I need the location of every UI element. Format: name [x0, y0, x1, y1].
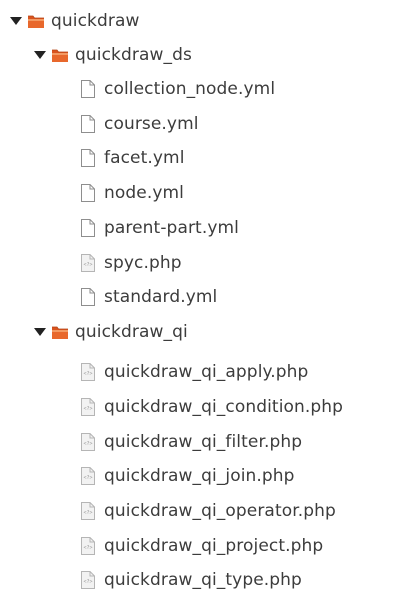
- php-file-icon: <?>: [81, 537, 95, 555]
- svg-text:<?>: <?>: [84, 475, 93, 481]
- expander-down-icon[interactable]: [33, 325, 47, 339]
- file-label: node.yml: [104, 183, 184, 203]
- file-label: standard.yml: [104, 287, 218, 307]
- expander-down-icon[interactable]: [9, 14, 23, 28]
- file-label: quickdraw_qi_type.php: [104, 570, 302, 590]
- tree-row-file[interactable]: <?> quickdraw_qi_type.php: [81, 563, 302, 597]
- tree-row-file[interactable]: facet.yml: [81, 141, 185, 175]
- tree-row-file[interactable]: node.yml: [81, 176, 184, 210]
- php-file-icon: <?>: [81, 433, 95, 451]
- php-file-icon: <?>: [81, 363, 95, 381]
- tree-row-file[interactable]: <?> quickdraw_qi_join.php: [81, 459, 295, 493]
- tree-row-file[interactable]: <?> quickdraw_qi_filter.php: [81, 425, 302, 459]
- file-label: quickdraw_qi_project.php: [104, 536, 324, 556]
- tree-row-file[interactable]: <?> quickdraw_qi_condition.php: [81, 390, 343, 424]
- tree-row-file[interactable]: <?> quickdraw_qi_apply.php: [81, 355, 308, 389]
- text-file-icon: [81, 219, 95, 237]
- text-file-icon: [81, 115, 95, 133]
- svg-text:<?>: <?>: [84, 371, 93, 377]
- php-file-icon: <?>: [81, 467, 95, 485]
- php-file-icon: <?>: [81, 502, 95, 520]
- tree-row-file[interactable]: collection_node.yml: [81, 72, 275, 106]
- php-file-icon: <?>: [81, 398, 95, 416]
- php-file-icon: <?>: [81, 254, 95, 272]
- tree-row-quickdraw[interactable]: quickdraw: [9, 4, 139, 38]
- tree-row-file[interactable]: course.yml: [81, 107, 199, 141]
- file-label: collection_node.yml: [104, 79, 276, 99]
- file-label: spyc.php: [104, 253, 182, 273]
- svg-text:<?>: <?>: [84, 579, 93, 585]
- tree-row-file[interactable]: <?> spyc.php: [81, 246, 182, 280]
- file-label: course.yml: [104, 114, 199, 134]
- svg-text:<?>: <?>: [84, 406, 93, 412]
- tree-row-file[interactable]: standard.yml: [81, 280, 217, 314]
- folder-label: quickdraw: [51, 11, 140, 31]
- file-label: quickdraw_qi_operator.php: [104, 501, 336, 521]
- file-label: quickdraw_qi_apply.php: [104, 362, 309, 382]
- tree-row-quickdraw-ds[interactable]: quickdraw_ds: [33, 38, 192, 72]
- svg-text:<?>: <?>: [84, 441, 93, 447]
- file-tree: quickdraw quickdraw_ds collection_node.y…: [0, 0, 404, 594]
- file-label: quickdraw_qi_join.php: [104, 466, 295, 486]
- tree-row-file[interactable]: parent-part.yml: [81, 211, 239, 245]
- tree-row-file[interactable]: <?> quickdraw_qi_project.php: [81, 529, 323, 563]
- folder-icon: [51, 324, 69, 340]
- text-file-icon: [81, 80, 95, 98]
- svg-text:<?>: <?>: [84, 262, 93, 268]
- expander-down-icon[interactable]: [33, 48, 47, 62]
- folder-label: quickdraw_ds: [75, 45, 192, 65]
- php-file-icon: <?>: [81, 571, 95, 589]
- tree-row-file[interactable]: <?> quickdraw_qi_operator.php: [81, 494, 336, 528]
- file-label: facet.yml: [104, 148, 185, 168]
- tree-row-quickdraw-qi[interactable]: quickdraw_qi: [33, 315, 188, 349]
- svg-text:<?>: <?>: [84, 545, 93, 551]
- svg-text:<?>: <?>: [84, 510, 93, 516]
- folder-label: quickdraw_qi: [75, 322, 188, 342]
- file-label: quickdraw_qi_filter.php: [104, 432, 303, 452]
- folder-icon: [51, 47, 69, 63]
- folder-icon: [27, 13, 45, 29]
- text-file-icon: [81, 288, 95, 306]
- text-file-icon: [81, 149, 95, 167]
- file-label: quickdraw_qi_condition.php: [104, 397, 344, 417]
- text-file-icon: [81, 184, 95, 202]
- file-label: parent-part.yml: [104, 218, 239, 238]
